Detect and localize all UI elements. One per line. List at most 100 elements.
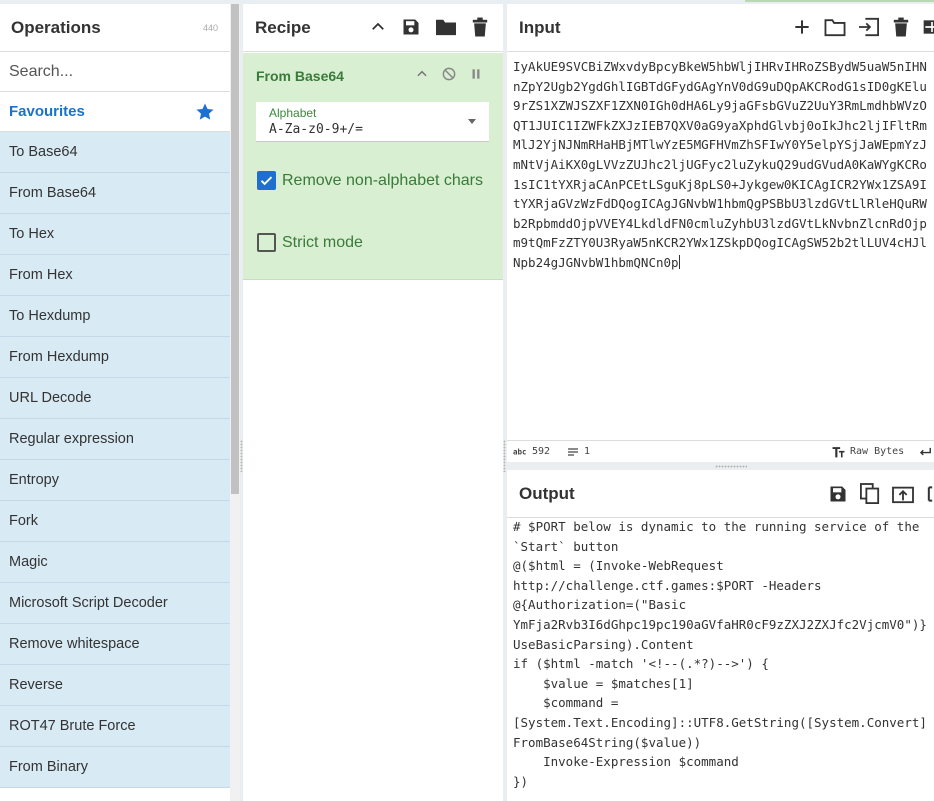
alphabet-select[interactable]: Alphabet A-Za-z0-9+/= <box>256 102 489 142</box>
input-header: Input <box>507 4 934 52</box>
chevron-up-icon[interactable] <box>415 67 429 81</box>
output-line: if ($html -match '<!--(.*?)-->') { <box>513 656 769 672</box>
input-status-bar: abc 592 1 Raw Bytes <box>507 440 934 462</box>
input-line: m9tQmFzZTY0U3RyaW5nKCR2YWx1ZSkpDQogICAgS… <box>513 233 934 253</box>
input-line: MlJ2YjNJNmRHaHBjMTlwYzE5MGFHVmZhSFIwY0Y5… <box>513 135 934 155</box>
recipe-operation-from-base64[interactable]: From Base64 Alphabet A-Za-z0-9+/= Remove… <box>243 53 503 280</box>
maximize-icon[interactable] <box>926 484 934 504</box>
remove-non-alphabet-label: Remove non-alphabet chars <box>282 171 484 189</box>
input-line-text: MlJ2YjNJNmRHaHBjMTlwYzE5MGFHVmZhSFIwY0Y5… <box>513 137 927 153</box>
output-textarea[interactable]: # $PORT below is dynamic to the running … <box>513 517 934 791</box>
input-line: QT1JUIC1IZWFkZXJzIEB7QXV0aG9yaXphdGlvbj0… <box>513 116 934 136</box>
favourites-label: Favourites <box>9 103 85 120</box>
input-line-text: Npb24gJGNvbW1hbmQNCn0p <box>513 254 679 270</box>
operation-item[interactable]: To Base64 <box>0 132 230 173</box>
trash-icon[interactable] <box>892 17 910 37</box>
operation-item[interactable]: Microsoft Script Decoder <box>0 583 230 624</box>
folder-icon[interactable] <box>435 17 457 37</box>
text-cursor <box>678 254 680 269</box>
star-icon[interactable] <box>195 102 215 122</box>
output-line: [System.Text.Encoding]::UTF8.GetString([… <box>513 714 927 730</box>
operation-item[interactable]: To Hex <box>0 214 230 255</box>
output-line: $value = $matches[1] <box>513 675 694 691</box>
operation-item[interactable]: Reverse <box>0 665 230 706</box>
output-line: $command = <box>513 695 619 711</box>
operation-item[interactable]: From Hexdump <box>0 337 230 378</box>
alphabet-label: Alphabet <box>269 106 317 120</box>
layout-icon[interactable] <box>922 17 934 37</box>
input-line-text: mNtVjAiKX0gLVVzZUJhc2ljUGFyc2luZykuQ29ud… <box>513 156 927 172</box>
export-icon[interactable] <box>892 484 914 504</box>
disable-icon[interactable] <box>441 66 457 82</box>
search-input[interactable] <box>9 62 219 81</box>
output-line: @($html = (Invoke-WebRequest <box>513 558 724 574</box>
operation-item[interactable]: URL Decode <box>0 378 230 419</box>
operation-name: From Base64 <box>256 68 344 84</box>
input-line: 1sIC1tYXRjaCAnPCEtLSguKj8pLS0+Jykgew0KIC… <box>513 175 934 195</box>
chevron-down-icon[interactable] <box>468 119 476 124</box>
operations-count: 440 <box>202 22 218 33</box>
save-icon[interactable] <box>828 484 848 504</box>
remove-non-alphabet-checkbox[interactable] <box>257 171 276 190</box>
input-lines-stat: 1 <box>567 446 590 457</box>
pause-icon[interactable] <box>469 67 483 81</box>
operation-item[interactable]: Fork <box>0 501 230 542</box>
input-output-divider[interactable] <box>507 462 934 470</box>
eol-button[interactable] <box>918 446 932 458</box>
input-line-text: m9tQmFzZTY0U3RyaW5nKCR2YWx1ZSkpDQogICAgS… <box>513 235 927 251</box>
operation-item[interactable]: ROT47 Brute Force <box>0 706 230 747</box>
input-line: tYXRjaGVzWzFdDQogICAgJGNvbW1hbmQgPSBbU3l… <box>513 194 934 214</box>
input-line-text: 1sIC1tYXRjaCAnPCEtLSguKj8pLS0+Jykgew0KIC… <box>513 176 927 192</box>
output-line: `Start` button <box>513 538 619 554</box>
input-length-stat: abc 592 <box>513 446 550 457</box>
raw-bytes-toggle[interactable]: Raw Bytes <box>832 446 904 458</box>
strict-mode-option[interactable]: Strict mode <box>257 233 363 252</box>
alphabet-value: A-Za-z0-9+/= <box>269 122 363 137</box>
output-header: Output <box>507 470 934 518</box>
operation-item[interactable]: Remove whitespace <box>0 624 230 665</box>
abc-icon: abc <box>513 447 527 456</box>
input-line: IyAkUE9SVCBiZWxvdyBpcyBkeW5hbWljIHRvIHRo… <box>513 57 934 77</box>
operations-scrollbar-thumb[interactable] <box>231 4 239 494</box>
output-line: YmFja2Rvb3I6dGhpc19pc190aGVfaHR0cF9zZXJ2… <box>513 616 927 632</box>
output-title: Output <box>519 483 575 503</box>
save-icon[interactable] <box>401 17 421 37</box>
trash-icon[interactable] <box>471 17 489 37</box>
import-icon[interactable] <box>858 17 880 37</box>
favourites-category[interactable]: Favourites <box>0 92 230 132</box>
chevron-up-icon[interactable] <box>369 18 387 36</box>
input-line: 9rZS1XZWJSZXF1ZXN0IGh0dHA6Ly9jaGFsbGVuZ2… <box>513 96 934 116</box>
folder-icon[interactable] <box>824 17 846 37</box>
output-line: }) <box>513 773 529 789</box>
operation-item[interactable]: From Hex <box>0 255 230 296</box>
progress-strip <box>745 0 934 2</box>
output-line: FromBase64String($value)) <box>513 734 702 750</box>
input-textarea[interactable]: IyAkUE9SVCBiZWxvdyBpcyBkeW5hbWljIHRvIHRo… <box>513 57 934 273</box>
copy-icon[interactable] <box>860 483 880 505</box>
operation-item[interactable]: Magic <box>0 542 230 583</box>
raw-bytes-label: Raw Bytes <box>850 446 905 457</box>
recipe-header: Recipe <box>243 4 503 52</box>
input-line: nZpY2Ugb2YgdGhlIGBTdGFydGAgYnV0dG9uDQpAK… <box>513 77 934 97</box>
operation-item[interactable]: To Hexdump <box>0 296 230 337</box>
divider-grip[interactable] <box>503 440 506 472</box>
operation-item[interactable]: From Base64 <box>0 173 230 214</box>
input-line-count: 1 <box>584 446 591 457</box>
plus-icon[interactable] <box>792 17 812 37</box>
return-icon <box>919 447 931 455</box>
operations-panel: Operations 440 Favourites To Base64From … <box>0 4 230 801</box>
checkmark-icon <box>260 176 273 186</box>
divider-grip[interactable] <box>715 465 747 468</box>
operation-item[interactable]: Entropy <box>0 460 230 501</box>
remove-non-alphabet-option[interactable]: Remove non-alphabet chars <box>257 171 483 190</box>
recipe-title: Recipe <box>255 17 311 37</box>
operations-header: Operations 440 <box>0 4 230 52</box>
strict-mode-checkbox[interactable] <box>257 233 276 252</box>
operation-list: To Base64 From Base64 To Hex From Hex To Hex… <box>0 132 230 788</box>
input-line-text: tYXRjaGVzWzFdDQogICAgJGNvbW1hbmQgPSBbU3l… <box>513 196 927 212</box>
input-line-text: b2RpbmddOjpVVEY4LkdldFN0cmluZyhbU3lzdGVt… <box>513 215 927 231</box>
operation-item[interactable]: From Binary <box>0 747 230 788</box>
operation-item[interactable]: Regular expression <box>0 419 230 460</box>
operations-scrollbar[interactable] <box>230 4 240 801</box>
input-line: mNtVjAiKX0gLVVzZUJhc2ljUGFyc2luZykuQ29ud… <box>513 155 934 175</box>
